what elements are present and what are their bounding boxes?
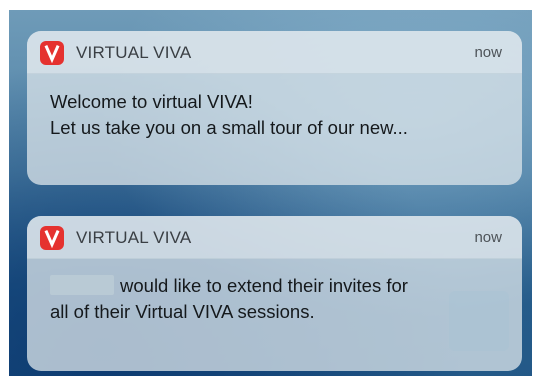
timestamp: now (474, 44, 502, 61)
app-name-label: VIRTUAL VIVA (76, 43, 192, 62)
app-name-label: VIRTUAL VIVA (76, 228, 192, 247)
redacted-name (50, 275, 114, 295)
notification-card-1[interactable]: VIRTUAL VIVA now Welcome to virtual VIVA… (27, 31, 522, 185)
message-line-2: all of their Virtual VIVA sessions. (50, 301, 315, 322)
notification-message: Welcome to virtual VIVA! Let us take you… (50, 89, 408, 141)
virtual-viva-app-icon (40, 41, 64, 65)
message-line-2: Let us take you on a small tour of our n… (50, 117, 408, 138)
notification-message: would like to extend their invites for a… (50, 273, 408, 325)
message-line-1: Welcome to virtual VIVA! (50, 91, 253, 112)
lock-screen: VIRTUAL VIVA now Welcome to virtual VIVA… (9, 10, 532, 376)
notification-card-2[interactable]: VIRTUAL VIVA now would like to extend th… (27, 216, 522, 371)
notification-header: VIRTUAL VIVA now (27, 216, 522, 259)
virtual-viva-app-icon (40, 226, 64, 250)
timestamp: now (474, 229, 502, 246)
notification-header: VIRTUAL VIVA now (27, 31, 522, 74)
notification-thumbnail (449, 291, 509, 351)
message-line-1: would like to extend their invites for (50, 273, 408, 299)
message-line-1-text: would like to extend their invites for (120, 275, 408, 296)
